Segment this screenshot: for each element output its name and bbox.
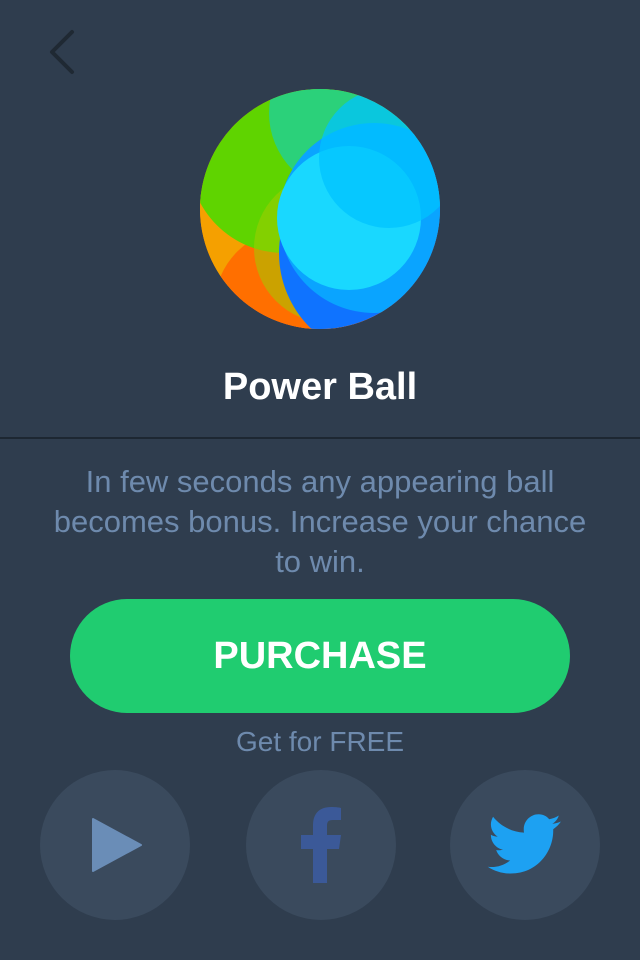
facebook-share-button[interactable] (246, 770, 396, 920)
chevron-left-icon (50, 30, 74, 74)
twitter-icon (487, 814, 561, 874)
play-icon (92, 818, 142, 872)
get-for-free-label: Get for FREE (235, 726, 405, 757)
twitter-share-button[interactable] (450, 770, 600, 920)
purchase-button[interactable]: PURCHASE (70, 599, 570, 713)
item-title: Power Ball (222, 366, 418, 408)
watch-video-button[interactable] (40, 770, 190, 920)
power-ball-logo (199, 88, 441, 330)
facebook-icon (301, 807, 341, 883)
divider (0, 437, 640, 439)
purchase-button-label: PURCHASE (213, 634, 427, 677)
back-button[interactable] (40, 26, 88, 78)
item-description: In few seconds any appearing ball become… (53, 464, 587, 579)
